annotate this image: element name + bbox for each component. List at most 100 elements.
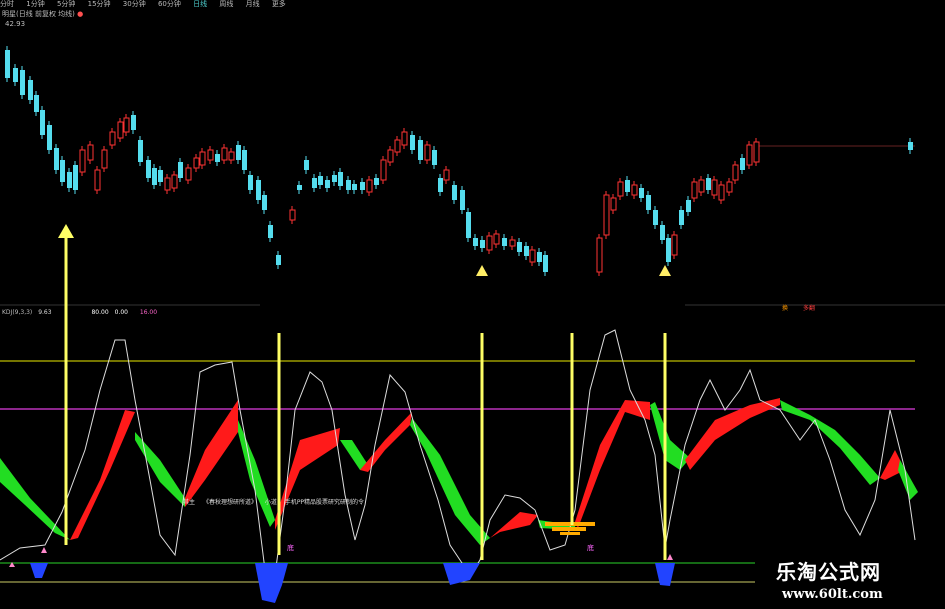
orange-bar bbox=[545, 522, 595, 526]
candle-body bbox=[248, 175, 253, 190]
overlay-note: 其主 《春秋理想研所道》 小道 手机PP精品股票研究研制的令 bbox=[183, 497, 370, 506]
candle-body bbox=[480, 240, 485, 248]
candle-body bbox=[671, 234, 678, 256]
bottom-mark: 底 bbox=[587, 544, 594, 552]
red-band bbox=[70, 410, 135, 540]
candle-body bbox=[380, 159, 387, 181]
kdj-name: KDJ(9,3,3) bbox=[2, 309, 33, 316]
candle-body bbox=[40, 110, 45, 135]
candle-body bbox=[711, 179, 718, 196]
candle-body bbox=[452, 185, 457, 200]
candle-body bbox=[101, 149, 108, 169]
candle-body bbox=[54, 148, 59, 170]
candle-body bbox=[131, 115, 136, 130]
candle-body bbox=[740, 158, 745, 170]
candle-body bbox=[87, 144, 94, 161]
red-band bbox=[490, 512, 538, 538]
candle-body bbox=[639, 188, 644, 198]
candle-body bbox=[13, 68, 18, 82]
candle-body bbox=[908, 142, 913, 150]
candle-body bbox=[631, 184, 638, 196]
candle-body bbox=[312, 178, 317, 188]
red-band bbox=[360, 412, 412, 472]
candle-body bbox=[79, 149, 86, 173]
kdj-legend: KDJ(9,3,3) 9.63 80.00 0.00 16.00 bbox=[2, 309, 157, 316]
note-part: 小道 bbox=[264, 499, 277, 506]
candle-body bbox=[178, 162, 183, 178]
green-band bbox=[0, 458, 70, 540]
green-band bbox=[135, 432, 185, 507]
candle-body bbox=[152, 168, 157, 185]
candle-body bbox=[221, 147, 228, 161]
candle-body bbox=[726, 181, 733, 193]
candle-body bbox=[297, 185, 302, 190]
candle-body bbox=[686, 200, 691, 212]
candle-body bbox=[67, 172, 72, 188]
candle-body bbox=[193, 157, 200, 169]
j-line bbox=[0, 329, 916, 576]
candle-body bbox=[625, 180, 630, 192]
candle-body bbox=[73, 165, 78, 190]
candle-body bbox=[199, 151, 206, 166]
signal-arrow-head bbox=[58, 224, 74, 238]
watermark-url: www.60lt.com bbox=[782, 587, 883, 602]
blue-fill bbox=[655, 563, 675, 586]
candle-body bbox=[352, 184, 357, 190]
candle-body bbox=[387, 149, 394, 163]
candle-body bbox=[60, 160, 65, 182]
candle-body bbox=[94, 169, 101, 191]
candle-body bbox=[28, 80, 33, 100]
candle-body bbox=[228, 151, 235, 161]
candle-body bbox=[502, 238, 507, 246]
note-part: 其主 bbox=[183, 499, 196, 506]
candle-body bbox=[666, 238, 671, 262]
candle-body bbox=[418, 140, 423, 160]
candle-body bbox=[215, 154, 220, 162]
green-band bbox=[410, 418, 490, 545]
candle-body bbox=[256, 180, 261, 200]
candle-body bbox=[753, 141, 760, 163]
candle-body bbox=[401, 131, 408, 146]
green-band bbox=[238, 420, 275, 527]
candlestick-series bbox=[5, 46, 913, 276]
blue-fill bbox=[255, 563, 288, 603]
candle-body bbox=[746, 144, 753, 166]
candle-body bbox=[242, 150, 247, 170]
candle-body bbox=[460, 190, 465, 210]
candle-body bbox=[718, 184, 725, 201]
candle-body bbox=[276, 255, 281, 265]
candle-body bbox=[486, 235, 493, 251]
note-part: 《春秋理想研所道》 bbox=[202, 499, 257, 506]
blue-fill-layer bbox=[30, 563, 675, 603]
candle-body bbox=[332, 175, 337, 182]
candle-body bbox=[374, 178, 379, 185]
candle-body bbox=[698, 179, 705, 193]
green-band bbox=[780, 400, 880, 485]
candle-body bbox=[603, 194, 610, 236]
orange-bar-group bbox=[545, 522, 595, 535]
orange-bar bbox=[552, 527, 586, 531]
signal-triangle bbox=[659, 265, 671, 276]
signal-triangle bbox=[476, 265, 488, 276]
candle-body bbox=[304, 160, 309, 170]
candle-body bbox=[262, 195, 267, 210]
candle-body bbox=[146, 160, 151, 178]
pink-marker bbox=[667, 554, 673, 560]
watermark-brand: 乐淘公式网 bbox=[776, 560, 881, 584]
candle-body bbox=[653, 210, 658, 225]
candle-body bbox=[34, 95, 39, 112]
candle-body bbox=[432, 150, 437, 165]
candle-body bbox=[524, 246, 529, 256]
candle-body bbox=[617, 181, 624, 197]
candle-body bbox=[109, 131, 116, 146]
candle-body bbox=[543, 255, 548, 272]
candle-body bbox=[325, 180, 330, 188]
candle-body bbox=[289, 209, 296, 221]
candle-body bbox=[171, 174, 178, 189]
candle-body bbox=[509, 239, 516, 247]
red-band bbox=[275, 428, 340, 530]
candle-body bbox=[360, 182, 365, 190]
pink-marker-layer bbox=[9, 547, 673, 567]
candle-body bbox=[517, 242, 522, 252]
candle-body bbox=[610, 197, 617, 211]
